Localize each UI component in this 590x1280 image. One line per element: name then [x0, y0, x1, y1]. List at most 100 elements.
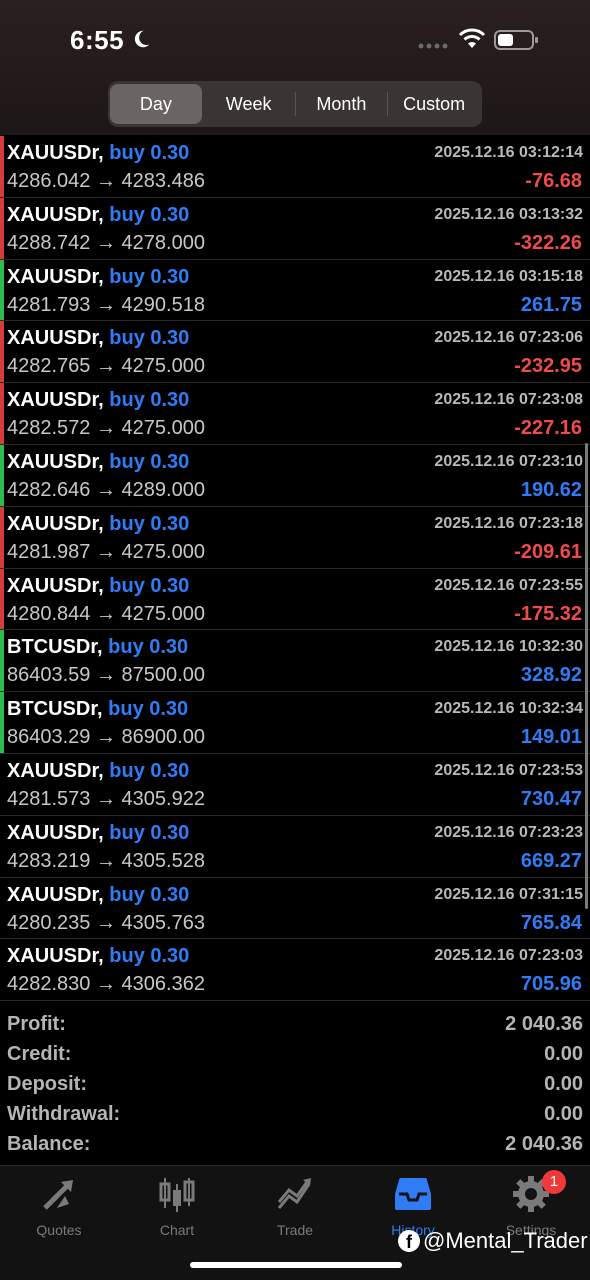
deal-symbol: XAUUSDr, buy 0.30: [7, 945, 189, 968]
battery-icon: [494, 30, 538, 50]
symbol-name: XAUUSDr,: [7, 203, 104, 226]
deal-prices: 4281.987 → 4275.000: [7, 540, 205, 563]
deal-datetime: 2025.12.16 07:23:53: [434, 761, 583, 779]
deal-prices: 86403.59 → 87500.00: [7, 664, 205, 687]
deal-symbol: BTCUSDr, buy 0.30: [7, 636, 188, 659]
tab-trade[interactable]: Trade: [236, 1174, 354, 1244]
period-selector: Day Week Month Custom: [108, 81, 482, 127]
summary-balance: Balance: 2 040.36: [0, 1130, 590, 1160]
deal-row[interactable]: XAUUSDr, buy 0.30 2025.12.16 07:23:03 4282…: [0, 939, 590, 1002]
deal-prices: 4280.844 → 4275.000: [7, 602, 205, 625]
result-indicator: [0, 259, 4, 321]
deal-profit: 328.92: [520, 664, 582, 687]
deal-row[interactable]: XAUUSDr, buy 0.30 2025.12.16 03:15:18 4281…: [0, 259, 590, 322]
deal-action: buy 0.30: [109, 821, 190, 844]
deal-row[interactable]: XAUUSDr, buy 0.30 2025.12.16 03:13:32 4288…: [0, 197, 590, 260]
tab-quotes[interactable]: Quotes: [0, 1174, 118, 1244]
deal-symbol: XAUUSDr, buy 0.30: [7, 266, 189, 289]
deal-prices: 4282.646 → 4289.000: [7, 478, 205, 501]
deal-profit: -76.68: [525, 170, 582, 192]
deal-datetime: 2025.12.16 03:13:32: [434, 205, 583, 223]
deal-datetime: 2025.12.16 03:15:18: [434, 267, 583, 285]
summary-value: 0.00: [544, 1103, 583, 1125]
home-indicator: [190, 1262, 402, 1268]
deal-symbol: XAUUSDr, buy 0.30: [7, 204, 189, 227]
symbol-name: XAUUSDr,: [7, 945, 104, 968]
symbol-name: XAUUSDr,: [7, 574, 104, 597]
deal-datetime: 2025.12.16 07:23:10: [434, 452, 583, 470]
scrollbar[interactable]: [585, 443, 588, 909]
deal-profit: 149.01: [520, 726, 582, 749]
deal-profit: 190.62: [520, 478, 582, 501]
result-indicator: [0, 816, 4, 877]
tab-chart[interactable]: Chart: [118, 1174, 236, 1244]
deal-row[interactable]: XAUUSDr, buy 0.30 2025.12.16 07:23:06 4282…: [0, 321, 590, 384]
summary-value: 2 040.36: [505, 1133, 583, 1155]
summary-value: 0.00: [544, 1073, 583, 1095]
wifi-icon: [458, 28, 486, 48]
deal-prices: 4281.793 → 4290.518: [7, 293, 205, 316]
deal-symbol: XAUUSDr, buy 0.30: [7, 513, 189, 536]
result-indicator: [0, 444, 4, 506]
deal-action: buy 0.30: [109, 327, 190, 350]
deal-prices: 4283.219 → 4305.528: [7, 849, 205, 872]
deal-row[interactable]: XAUUSDr, buy 0.30 2025.12.16 07:23:18 4281…: [0, 506, 590, 569]
deal-row[interactable]: XAUUSDr, buy 0.30 2025.12.16 07:23:10 4282…: [0, 444, 590, 507]
period-week[interactable]: Week: [203, 84, 295, 124]
summary-deposit: Deposit: 0.00: [0, 1070, 590, 1100]
deal-symbol: XAUUSDr, buy 0.30: [7, 884, 189, 907]
deal-row[interactable]: XAUUSDr, buy 0.30 2025.12.16 07:23:08 4282…: [0, 383, 590, 445]
history-icon: [395, 1178, 431, 1210]
result-indicator: [0, 630, 4, 692]
deal-row[interactable]: XAUUSDr, buy 0.30 2025.12.16 07:23:55 4280…: [0, 568, 590, 631]
watermark: f @Mental_Trader: [398, 1228, 588, 1254]
period-day[interactable]: Day: [110, 84, 202, 124]
deal-datetime: 2025.12.16 07:23:18: [434, 514, 583, 532]
symbol-name: XAUUSDr,: [7, 512, 104, 535]
deal-symbol: XAUUSDr, buy 0.30: [7, 760, 189, 783]
deal-row[interactable]: BTCUSDr, buy 0.30 2025.12.16 10:32:30 8640…: [0, 630, 590, 693]
summary-withdrawal: Withdrawal: 0.00: [0, 1100, 590, 1130]
deal-row[interactable]: XAUUSDr, buy 0.30 2025.12.16 07:23:23 4283…: [0, 816, 590, 878]
deal-symbol: XAUUSDr, buy 0.30: [7, 389, 189, 412]
summary-value: 0.00: [544, 1043, 583, 1065]
result-indicator: [0, 939, 4, 1000]
symbol-name: XAUUSDr,: [7, 142, 104, 164]
deal-action: buy 0.30: [109, 265, 190, 288]
deal-profit: -175.32: [514, 602, 582, 625]
deal-datetime: 2025.12.16 10:32:34: [434, 700, 583, 718]
tab-label: Chart: [159, 1222, 195, 1238]
notification-badge: 1: [542, 1170, 566, 1194]
deal-datetime: 2025.12.16 07:23:55: [434, 576, 583, 594]
deal-prices: 4286.042 → 4283.486: [7, 170, 205, 192]
period-custom[interactable]: Custom: [388, 84, 480, 124]
moon-icon: [134, 30, 150, 48]
symbol-name: XAUUSDr,: [7, 389, 104, 412]
result-indicator: [0, 878, 4, 939]
deal-datetime: 2025.12.16 10:32:30: [434, 638, 583, 656]
symbol-name: XAUUSDr,: [7, 883, 104, 906]
deal-row[interactable]: BTCUSDr, buy 0.30 2025.12.16 10:32:34 8640…: [0, 692, 590, 754]
deal-profit: 705.96: [520, 973, 582, 996]
deal-symbol: XAUUSDr, buy 0.30: [7, 451, 189, 474]
deal-symbol: XAUUSDr, buy 0.30: [7, 822, 189, 845]
deal-row[interactable]: XAUUSDr, buy 0.30 2025.12.16 03:12:14 4286…: [0, 136, 590, 198]
status-time: 6:55: [70, 25, 125, 55]
period-month[interactable]: Month: [296, 84, 388, 124]
symbol-name: XAUUSDr,: [7, 759, 104, 782]
deal-action: buy 0.30: [109, 203, 190, 226]
symbol-name: XAUUSDr,: [7, 450, 104, 473]
symbol-name: BTCUSDr,: [7, 698, 103, 721]
deal-row[interactable]: XAUUSDr, buy 0.30 2025.12.16 07:31:15 4280…: [0, 878, 590, 940]
deal-prices: 4282.830 → 4306.362: [7, 973, 205, 996]
deal-row[interactable]: XAUUSDr, buy 0.30 2025.12.16 07:23:53 4281…: [0, 754, 590, 816]
result-indicator: [0, 321, 4, 383]
deal-action: buy 0.30: [109, 883, 190, 906]
result-indicator: [0, 568, 4, 630]
summary-label: Credit:: [7, 1043, 72, 1065]
symbol-name: BTCUSDr,: [7, 636, 103, 659]
deal-prices: 4288.742 → 4278.000: [7, 231, 205, 254]
deal-datetime: 2025.12.16 07:31:15: [434, 885, 583, 903]
facebook-icon: f: [398, 1230, 420, 1252]
symbol-name: XAUUSDr,: [7, 327, 104, 350]
